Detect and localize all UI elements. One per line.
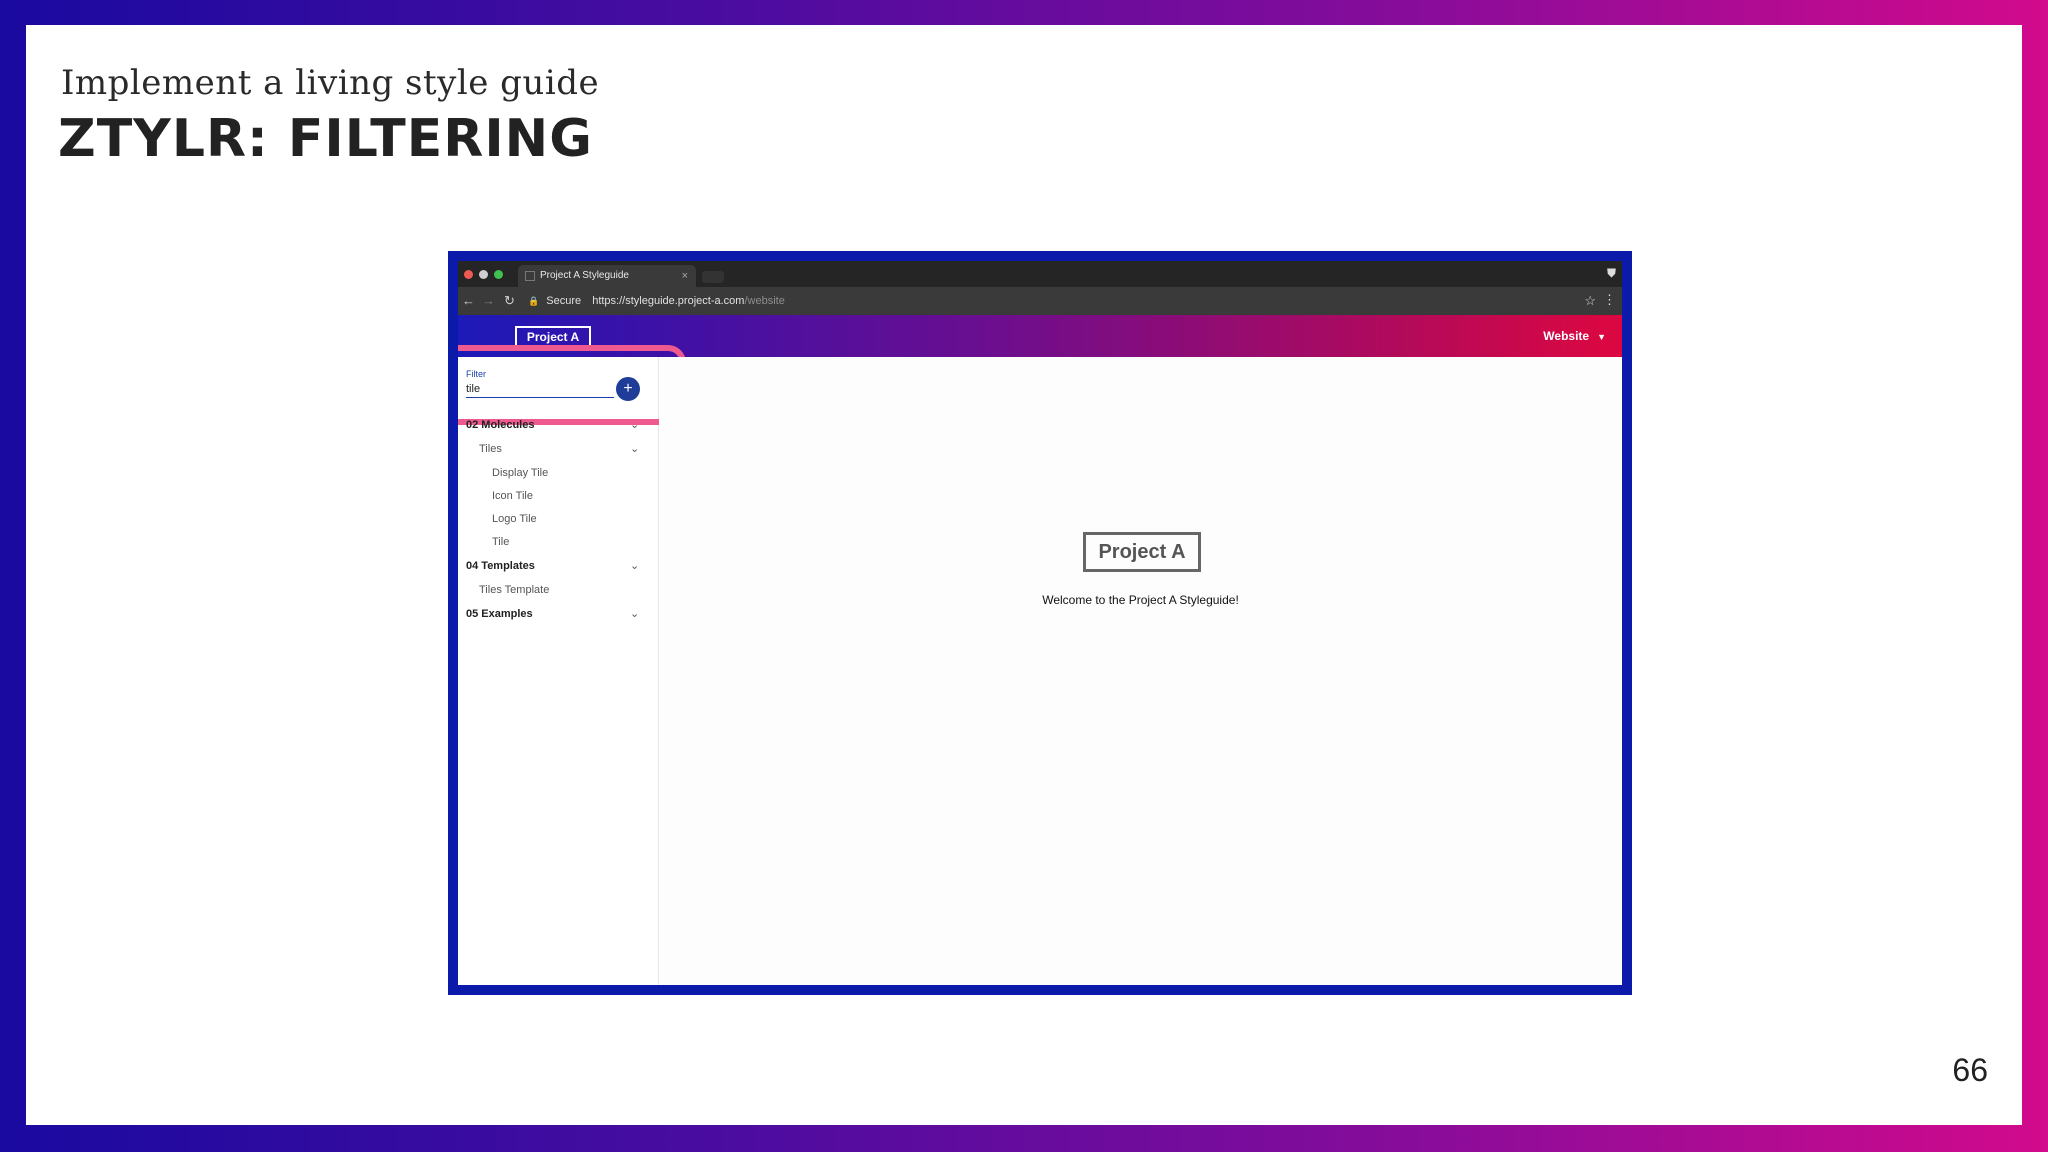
sidebar-item-tile[interactable]: Tile: [492, 536, 509, 548]
tab-title: Project A Styleguide: [540, 270, 629, 281]
reload-icon[interactable]: ↻: [504, 293, 515, 309]
kebab-icon[interactable]: ⋮: [1603, 292, 1616, 308]
main-logo: Project A: [1083, 532, 1201, 572]
browser-tab-bar: Project A Styleguide × ⛊: [458, 261, 1622, 287]
website-dropdown[interactable]: Website ▼: [1543, 329, 1606, 343]
sidebar: Filter + 02 Molecules ⌄ Tiles ⌄ Display …: [458, 345, 686, 985]
arrow-right-icon[interactable]: →: [482, 293, 495, 308]
favicon-icon: [525, 271, 535, 281]
slide-subtitle: Implement a living style guide: [61, 63, 600, 103]
close-window-dot[interactable]: [464, 270, 473, 279]
sidebar-group-tiles[interactable]: Tiles: [479, 443, 502, 455]
sidebar-item-display-tile[interactable]: Display Tile: [492, 467, 548, 479]
website-dropdown-label: Website: [1543, 329, 1590, 343]
incognito-icon: ⛊: [1606, 266, 1616, 280]
arrow-left-icon[interactable]: ←: [462, 293, 475, 308]
sidebar-section-templates[interactable]: 04 Templates: [466, 560, 535, 572]
sidebar-section-molecules[interactable]: 02 Molecules: [466, 419, 534, 431]
new-tab-button[interactable]: [702, 271, 724, 283]
url-base: https://styleguide.project-a.com: [592, 295, 745, 307]
sidebar-item-tiles-template[interactable]: Tiles Template: [479, 584, 549, 596]
lock-icon: 🔒: [528, 296, 540, 306]
slide-title: ZTYLR: FILTERING: [58, 109, 593, 169]
chevron-down-icon[interactable]: ⌄: [630, 418, 639, 431]
chevron-down-icon[interactable]: ⌄: [630, 559, 639, 572]
chevron-down-icon[interactable]: ⌄: [630, 607, 639, 620]
address-bar: ← → ↻ 🔒 Secure https://styleguide.projec…: [458, 287, 1622, 315]
url-path: /website: [744, 295, 785, 307]
caret-down-icon: ▼: [1597, 332, 1606, 342]
browser-window: Project A Styleguide × ⛊ ← → ↻ 🔒 Secure …: [458, 261, 1622, 985]
star-icon[interactable]: ☆: [1584, 293, 1596, 309]
minimize-window-dot[interactable]: [479, 270, 488, 279]
welcome-text: Welcome to the Project A Styleguide!: [1042, 593, 1239, 607]
url-secure-label: Secure: [546, 295, 582, 307]
chevron-down-icon[interactable]: ⌄: [630, 442, 639, 455]
slide: Implement a living style guide ZTYLR: FI…: [26, 25, 2022, 1125]
url-field[interactable]: 🔒 Secure https://styleguide.project-a.co…: [528, 292, 1582, 310]
browser-tab[interactable]: Project A Styleguide ×: [518, 265, 696, 287]
highlight-annotation: [458, 345, 686, 425]
sidebar-section-examples[interactable]: 05 Examples: [466, 608, 533, 620]
sidebar-item-logo-tile[interactable]: Logo Tile: [492, 513, 537, 525]
tab-close-icon[interactable]: ×: [682, 265, 688, 287]
sidebar-item-icon-tile[interactable]: Icon Tile: [492, 490, 533, 502]
maximize-window-dot[interactable]: [494, 270, 503, 279]
screenshot-frame: Project A Styleguide × ⛊ ← → ↻ 🔒 Secure …: [448, 251, 1632, 995]
main-content: Project A Welcome to the Project A Style…: [659, 357, 1622, 985]
page-number: 66: [1952, 1052, 1988, 1088]
